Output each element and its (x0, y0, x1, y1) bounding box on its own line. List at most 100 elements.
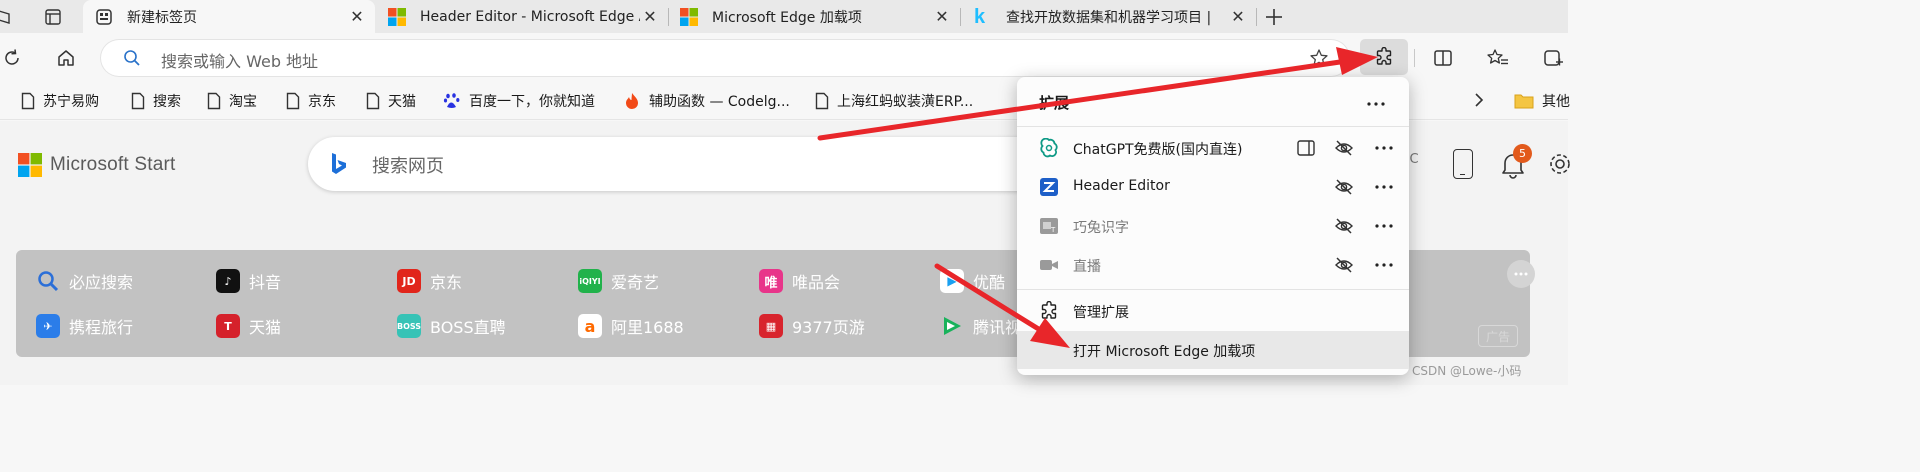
quick-link[interactable]: JD 京东 (397, 269, 462, 293)
extension-row[interactable]: 直播 (1017, 245, 1409, 284)
favorite-label: 京东 (308, 94, 336, 110)
collections-icon[interactable] (1541, 46, 1565, 70)
quick-link[interactable]: ▦ 9377页游 (759, 314, 865, 338)
tab-new-tab[interactable]: 新建标签页 ✕ (83, 0, 375, 33)
close-tab-icon[interactable]: ✕ (347, 7, 367, 26)
close-tab-icon[interactable]: ✕ (1228, 7, 1248, 26)
extension-name: ChatGPT免费版(国内直连) (1073, 142, 1243, 158)
quick-link[interactable]: T 天猫 (216, 314, 281, 338)
quick-link[interactable]: 腾讯视 (940, 314, 1021, 338)
divider (1017, 289, 1409, 290)
favorite-item[interactable]: 上海红蚂蚁装潢ERP... (815, 91, 973, 111)
quick-link[interactable]: a 阿里1688 (578, 314, 684, 338)
open-edge-addons-label: 打开 Microsoft Edge 加载项 (1073, 344, 1256, 360)
game-9377-icon: ▦ (759, 314, 783, 338)
favorite-item[interactable]: 淘宝 (207, 91, 257, 111)
tmall-icon: T (216, 314, 240, 338)
favorites-overflow-chevron-icon[interactable] (1473, 91, 1491, 111)
svg-text:T: T (1050, 226, 1056, 234)
page-icon (286, 92, 300, 110)
quick-link[interactable]: ▶ 优酷 (940, 269, 1005, 293)
settings-gear-icon[interactable] (1548, 152, 1572, 176)
bing-icon (332, 153, 346, 174)
extension-row[interactable]: T 巧兔识字 (1017, 206, 1409, 245)
address-bar[interactable]: 搜索或输入 Web 地址 (101, 40, 1349, 76)
new-tab-plus-icon[interactable] (1262, 5, 1286, 29)
notification-badge: 5 (1513, 144, 1532, 163)
tab-separator (960, 8, 961, 26)
quick-link-label: 腾讯视 (973, 318, 1022, 337)
quick-link-label: 唯品会 (792, 273, 841, 292)
quick-link[interactable]: 必应搜索 (36, 269, 133, 293)
youku-icon: ▶ (940, 269, 964, 293)
flame-icon (626, 93, 638, 109)
side-panel-icon[interactable] (1296, 138, 1316, 158)
hide-from-toolbar-icon[interactable] (1334, 216, 1354, 236)
manage-extensions-item[interactable]: 管理扩展 (1017, 292, 1409, 330)
quick-link-label: 9377页游 (792, 318, 865, 337)
extension-row[interactable]: Header Editor (1017, 167, 1409, 206)
header-editor-icon (1040, 178, 1058, 196)
microsoft-start-logo[interactable]: Microsoft Start (18, 153, 175, 177)
favorites-icon[interactable] (1486, 46, 1510, 70)
hide-from-toolbar-icon[interactable] (1334, 255, 1354, 275)
extension-more-icon[interactable] (1374, 177, 1394, 197)
quick-link[interactable]: BOSS BOSS直聘 (397, 314, 506, 338)
extension-more-icon[interactable] (1374, 255, 1394, 275)
folder-icon (1514, 94, 1534, 109)
web-search-box[interactable]: 搜索网页 (308, 137, 1068, 191)
microsoft-logo-icon (680, 7, 698, 26)
favorite-item[interactable]: 苏宁易购 (21, 91, 99, 111)
puzzle-icon (1041, 301, 1057, 319)
tab-header-editor[interactable]: Header Editor - Microsoft Edge A ✕ (378, 0, 666, 33)
quick-link-label: 爱奇艺 (611, 273, 660, 292)
open-edge-addons-item[interactable]: 打开 Microsoft Edge 加载项 (1017, 331, 1409, 369)
favorite-label: 天猫 (388, 94, 416, 110)
favorite-star-icon[interactable] (1309, 48, 1329, 68)
close-tab-icon[interactable]: ✕ (640, 7, 660, 26)
quick-link-label: 京东 (430, 273, 463, 292)
close-tab-icon[interactable]: ✕ (932, 7, 952, 26)
tab-kaggle[interactable]: k 查找开放数据集和机器学习项目 | ✕ (964, 0, 1254, 33)
logo-text: Microsoft Start (50, 154, 176, 175)
popup-title: 扩展 (1039, 94, 1070, 112)
tab-strip: 新建标签页 ✕ Header Editor - Microsoft Edge A… (0, 0, 1568, 33)
tab-edge-addons[interactable]: Microsoft Edge 加载项 ✕ (670, 0, 958, 33)
extension-name: 巧兔识字 (1073, 220, 1129, 236)
home-icon[interactable] (54, 46, 78, 70)
favorite-item[interactable]: 辅助函数 — Codelg... (623, 91, 790, 111)
quick-link[interactable]: ♪ 抖音 (216, 269, 281, 293)
page-icon (207, 92, 221, 110)
extensions-button[interactable] (1360, 39, 1408, 75)
quick-link-label: 携程旅行 (69, 318, 134, 337)
quick-link[interactable]: 唯 唯品会 (759, 269, 840, 293)
favorite-item[interactable]: 天猫 (366, 91, 416, 111)
other-favorites-folder[interactable]: 其他 (1514, 91, 1570, 111)
workspaces-icon[interactable] (0, 7, 14, 27)
favorite-label: 辅助函数 — Codelg... (649, 94, 790, 110)
quick-link-label: 必应搜索 (69, 273, 134, 292)
hide-from-toolbar-icon[interactable] (1334, 177, 1354, 197)
quick-link[interactable]: iQIYI 爱奇艺 (578, 269, 659, 293)
tab-separator (1256, 8, 1257, 26)
favorite-label: 百度一下，你就知道 (469, 94, 595, 110)
quick-links-more-icon[interactable] (1507, 260, 1535, 288)
mobile-icon[interactable] (1453, 149, 1473, 179)
hide-from-toolbar-icon[interactable] (1334, 138, 1354, 158)
extension-more-icon[interactable] (1374, 216, 1394, 236)
more-options-icon[interactable] (1367, 91, 1385, 110)
extension-more-icon[interactable] (1374, 138, 1394, 158)
quick-link-label: 阿里1688 (611, 318, 684, 337)
tab-actions-icon[interactable] (42, 6, 64, 28)
favorite-label: 苏宁易购 (43, 94, 99, 110)
favorite-item[interactable]: 百度一下，你就知道 (443, 91, 595, 111)
search-icon (124, 50, 140, 66)
quick-link[interactable]: ✈ 携程旅行 (36, 314, 133, 338)
extension-row[interactable]: ChatGPT免费版(国内直连) (1017, 128, 1409, 167)
alibaba-icon: a (578, 314, 602, 338)
refresh-icon[interactable] (0, 46, 24, 70)
favorite-item[interactable]: 京东 (286, 91, 336, 111)
favorite-item[interactable]: 搜索 (131, 91, 181, 111)
split-screen-icon[interactable] (1431, 46, 1455, 70)
favorites-overflow-left-icon[interactable] (0, 92, 4, 110)
